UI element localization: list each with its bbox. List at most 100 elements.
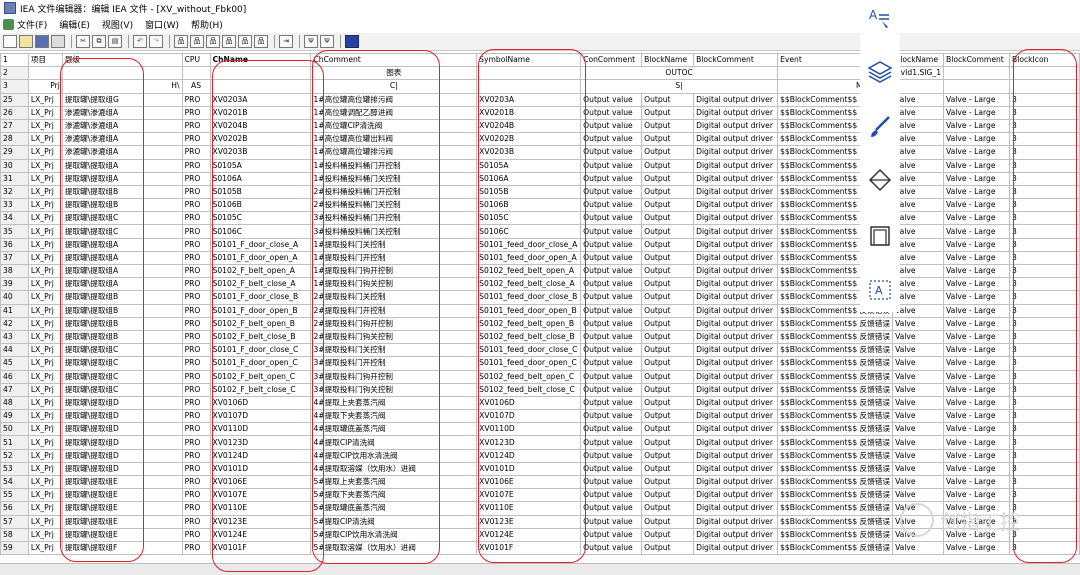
level-cell[interactable]: 提取罐\提取组C [61,369,183,384]
blockname-cell[interactable]: Output [641,145,695,160]
blockcomment2-cell[interactable]: Valve - Large [943,118,1011,134]
blockcomment-cell[interactable]: Digital output driver [693,409,779,424]
concomment-cell[interactable]: Output value [580,105,643,120]
blockcomment-cell[interactable]: Digital output driver [693,237,779,252]
blockcomment2-cell[interactable]: Valve - Large [943,435,1011,450]
symbolname-cell[interactable]: XV0203A [476,92,582,107]
spreadsheet-grid[interactable]: 1 项目 层级 CPU ChName ChComment SymbolName … [0,53,1080,563]
event-cell[interactable]: $$BlockComment$$ 反馈错误 [777,527,894,542]
blockname2-cell[interactable]: Valve [892,395,945,411]
level-cell[interactable]: 提取罐\提取组C [61,356,183,371]
chname-cell[interactable]: S0102_F_belt_close_A [209,277,312,292]
project-cell[interactable]: LX_Prj [27,145,63,160]
concomment-cell[interactable]: Output value [580,145,643,160]
blockicon-cell[interactable]: 3 [1009,237,1080,252]
symbolname-cell[interactable]: S0101_feed_door_open_C [476,356,582,371]
chname-cell[interactable]: S0105A [209,158,312,173]
blockcomment2-cell[interactable]: Valve - Large [943,540,1011,556]
symbolname-cell[interactable]: S0101_feed_door_close_A [476,237,582,252]
layers-icon[interactable] [866,58,894,86]
column-header-symbolname[interactable]: SymbolName [476,53,582,68]
blockcomment-cell[interactable]: Digital output driver [693,277,779,292]
menu-view[interactable]: 视图(V) [102,18,133,31]
cpu-cell[interactable]: PRO [181,250,211,266]
blockcomment2-cell[interactable]: Valve - Large [943,263,1011,279]
blockname-cell[interactable]: Output [641,118,695,134]
level-cell[interactable]: 提取罐\提取组A [61,237,183,252]
save-icon[interactable] [35,35,49,48]
concomment-cell[interactable]: Output value [580,277,643,292]
symbolname-cell[interactable]: S0101_feed_door_close_C [476,343,582,358]
blockcomment-cell[interactable]: Digital output driver [693,132,779,147]
blockname-cell[interactable]: Output [641,435,695,450]
cpu-cell[interactable]: PRO [181,448,211,463]
blockname2-cell[interactable]: Valve [892,474,945,490]
chcomment-cell[interactable]: 1#高位罐CIP清洗阀 [310,118,478,134]
cpu-cell[interactable]: PRO [181,303,211,318]
symbolname-cell[interactable]: S0102_feed_belt_open_B [476,316,582,331]
paste-icon[interactable]: ▤ [108,35,122,48]
chcomment-cell[interactable]: 1#高位罐高位罐排污阀 [310,145,478,160]
cpu-cell[interactable]: PRO [181,356,211,371]
blockcomment2-cell[interactable]: Valve - Large [943,329,1011,345]
concomment-cell[interactable]: Output value [580,316,643,331]
project-cell[interactable]: LX_Prj [27,171,63,186]
blockicon-cell[interactable]: 3 [1009,316,1080,331]
blockname-cell[interactable]: Output [641,514,695,529]
blockname-cell[interactable]: Output [641,290,695,305]
blockcomment2-cell[interactable]: Valve - Large [943,422,1011,437]
cpu-cell[interactable]: PRO [181,435,211,450]
blockname-cell[interactable]: Output [641,184,695,200]
chname-cell[interactable]: XV0203A [209,92,312,107]
blockcomment2-cell[interactable]: Valve - Large [943,250,1011,266]
concomment-cell[interactable]: Output value [580,343,643,358]
blockcomment2-cell[interactable]: Valve - Large [943,237,1011,252]
blockcomment-cell[interactable]: Digital output driver [693,211,779,226]
blockcomment2-cell[interactable]: Valve - Large [943,382,1011,397]
blockname-cell[interactable]: Output [641,303,695,318]
concomment-cell[interactable]: Output value [580,474,643,490]
chname-cell[interactable]: S0101_F_door_close_C [209,343,312,358]
concomment-cell[interactable]: Output value [580,198,643,213]
concomment-cell[interactable]: Output value [580,409,643,424]
level-cell[interactable]: 提取罐\提取组E [61,488,183,503]
project-cell[interactable]: LX_Prj [27,382,63,397]
blockcomment2-cell[interactable]: Valve - Large [943,303,1011,318]
concomment-cell[interactable]: Output value [580,92,643,107]
concomment-cell[interactable]: Output value [580,422,643,437]
blockcomment2-cell[interactable]: Valve - Large [943,132,1011,147]
cpu-cell[interactable]: PRO [181,514,211,529]
cpu-cell[interactable]: PRO [181,145,211,160]
chname-cell[interactable]: S0101_F_door_open_A [209,250,312,266]
blockicon-cell[interactable]: 3 [1009,448,1080,463]
tree-icon[interactable]: 品 [238,35,252,48]
copy-icon[interactable]: ⧉ [92,35,106,48]
blockicon-cell[interactable]: 3 [1009,409,1080,424]
cpu-cell[interactable]: PRO [181,263,211,279]
level-cell[interactable]: 提取罐\提取组D [61,422,183,437]
blockcomment2-cell[interactable]: Valve - Large [943,369,1011,384]
menu-help[interactable]: 帮助(H) [191,18,223,31]
chcomment-cell[interactable]: 3#提取投料门钩开控制 [310,369,478,384]
document-icon[interactable] [3,18,14,30]
blockicon-cell[interactable]: 3 [1009,224,1080,239]
concomment-cell[interactable]: Output value [580,356,643,371]
cpu-cell[interactable]: PRO [181,224,211,239]
blockicon-cell[interactable]: 3 [1009,461,1080,477]
filter-icon[interactable]: Ψ [304,35,318,48]
project-cell[interactable]: LX_Prj [27,92,63,107]
blockname2-cell[interactable]: Valve [892,422,945,437]
symbolname-cell[interactable]: XV0123D [476,435,582,450]
blockname-cell[interactable]: Output [641,132,695,147]
cpu-cell[interactable]: PRO [181,395,211,411]
project-cell[interactable]: LX_Prj [27,329,63,345]
chname-cell[interactable]: XV0203B [209,145,312,160]
event-cell[interactable]: $$BlockComment$$ 反馈错误 [777,369,894,384]
blockname2-cell[interactable]: Valve [892,237,945,252]
blockicon-cell[interactable]: 3 [1009,145,1080,160]
chname-cell[interactable]: S0101_F_door_open_C [209,356,312,371]
level-type[interactable]: H\ [61,79,183,94]
chcomment-cell[interactable]: 2#提取投料门关控制 [310,290,478,305]
menu-window[interactable]: 窗口(W) [145,18,179,31]
blockicon-cell[interactable]: 3 [1009,184,1080,200]
